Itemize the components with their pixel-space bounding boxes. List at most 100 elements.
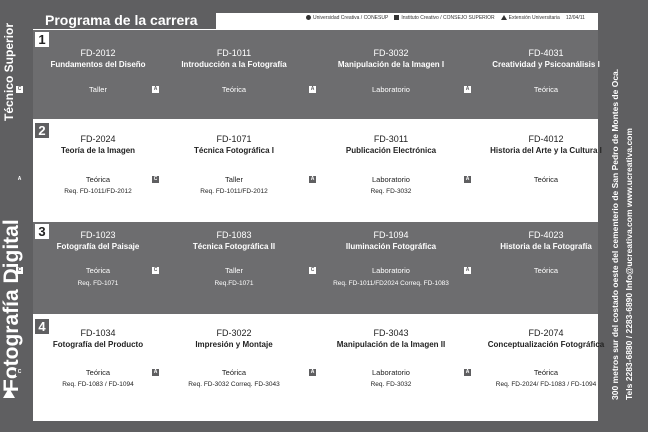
course-name: Introducción a la Fotografía [181,60,287,69]
course-requirement: Req. FD-1011/FD2024 Correq. FD-1083 [333,280,449,287]
course-type: Teórica [85,175,111,184]
course-cell: FD-3011 Publicación Electrónica [331,134,451,155]
course-type-line: A Teórica [464,175,606,185]
course-type-line: C Laboratorio [309,266,451,276]
course-type-line: C Taller [152,266,294,276]
header-bar: Programa de la carrera [33,12,216,29]
course-type-line: A Teórica [464,368,606,378]
course-code: FD-1034 [80,328,116,338]
triangle-icon [500,15,507,21]
course-requirement: Req. FD-1071 [77,280,119,287]
course-type: Teórica [533,85,559,94]
course-name: Historia de la Fotografía [500,242,592,251]
tecnico-label: Técnico Superior [2,22,16,121]
modality-badge: A [309,86,316,93]
course-name: Conceptualización Fotográfica [487,340,605,349]
course-code: FD-1094 [373,230,409,240]
course-requirement: Req. FD-2024/ FD-1083 / FD-1094 [495,381,597,388]
course-type-line: A Teórica [464,266,606,276]
course-cell: FD-1011 Introducción a la Fotografía [174,48,294,69]
address-text: 300 metros sur del costado oeste del cem… [610,68,620,400]
course-type: Taller [89,85,107,94]
course-code: FD-1083 [216,230,252,240]
modality-badge: A [464,86,471,93]
course-cell: FD-1023 Fotografía del Paisaje [38,230,158,251]
course-type-line: A Teórica [464,85,606,95]
modality-badge: A [152,86,159,93]
course-name: Iluminación Fotográfica [345,242,437,251]
course-name: Fotografía del Producto [52,340,144,349]
modality-badge: A [16,176,23,183]
course-code: FD-4012 [528,134,564,144]
course-type-line: C Taller [152,175,294,185]
modality-badge: A [464,176,471,183]
course-cell: FD-2024 Teoría de la Imagen [38,134,158,155]
course-cell: FD-2074 Conceptualización Fotográfica [486,328,606,349]
course-requirement: Req.FD-1071 [214,280,254,287]
course-type: Taller [225,266,243,275]
course-requirement: Req. FD-1011/FD-2012 [200,188,268,195]
modality-badge: C [309,267,316,274]
course-name: Fundamentos del Diseño [50,60,146,69]
course-name: Técnica Fotográfica I [193,146,275,155]
course-name: Teoría de la Imagen [60,146,136,155]
course-code: FD-2012 [80,48,116,58]
modality-badge: C [152,176,159,183]
course-name: Impresión y Montaje [195,340,273,349]
triangle-icon [3,388,15,398]
course-type-line: A Laboratorio [309,85,451,95]
course-cell: FD-4031 Creatividad y Psicoanálisis I [486,48,606,69]
modality-badge: A [464,369,471,376]
course-type: Teórica [221,85,247,94]
course-code: FD-1011 [216,48,252,58]
course-name: Creatividad y Psicoanálisis I [492,60,600,69]
course-cell: FD-1034 Fotografía del Producto [38,328,158,349]
course-name: Publicación Electrónica [345,146,437,155]
course-code: FD-4031 [528,48,564,58]
square-icon [394,15,400,21]
legend-item-2: Instituto Creativo / CONSEJO SUPERIOR [394,15,495,21]
course-code: FD-3022 [216,328,252,338]
course-type: Teórica [85,266,111,275]
course-name: Manipulación de la Imagen I [337,60,445,69]
course-requirement: Req. FD-3032 [370,381,412,388]
course-cell: FD-3043 Manipulación de la Imagen II [331,328,451,349]
course-type-line: A Laboratorio [309,368,451,378]
modality-badge: C [152,267,159,274]
course-type: Taller [225,175,243,184]
modality-badge: A [152,369,159,376]
course-type-line: A Teórica [16,175,158,185]
course-cell: FD-1083 Técnica Fotográfica II [174,230,294,251]
modality-badge: A [309,369,316,376]
course-type: Laboratorio [372,368,410,377]
course-type-line: A Teórica [152,85,294,95]
course-type-line: C Teórica [16,266,158,276]
course-requirement: Req. FD-1011/FD-2012 [64,188,132,195]
course-type-line: A Laboratorio [309,175,451,185]
row-number: 1 [35,32,49,47]
course-code: FD-2024 [80,134,116,144]
legend-item-3: Extensión Universitaria [500,15,560,21]
course-type: Teórica [533,368,559,377]
carrera-label: Fotografía Digital [0,219,23,392]
course-type: Teórica [533,266,559,275]
course-code: FD-3011 [373,134,409,144]
course-type: Laboratorio [372,266,410,275]
course-code: FD-3032 [373,48,409,58]
legend-date: 12/04/11 [565,15,585,21]
course-code: FD-3043 [373,328,409,338]
contact-text: Tels 2283-6880 / 2283-6890 Info@ucreativ… [624,128,634,400]
modality-badge: C [16,369,23,376]
course-code: FD-1023 [80,230,116,240]
modality-badge: C [16,86,23,93]
course-code: FD-4023 [528,230,564,240]
course-cell: FD-3032 Manipulación de la Imagen I [331,48,451,69]
course-requirement: Req. FD-1083 / FD-1094 [62,381,134,388]
course-code: FD-2074 [528,328,564,338]
course-cell: FD-1094 Iluminación Fotográfica [331,230,451,251]
modality-badge: C [16,267,23,274]
course-type-line: A Teórica [152,368,294,378]
course-cell: FD-2012 Fundamentos del Diseño [38,48,158,69]
modality-badge: A [309,176,316,183]
modality-badge: A [464,267,471,274]
